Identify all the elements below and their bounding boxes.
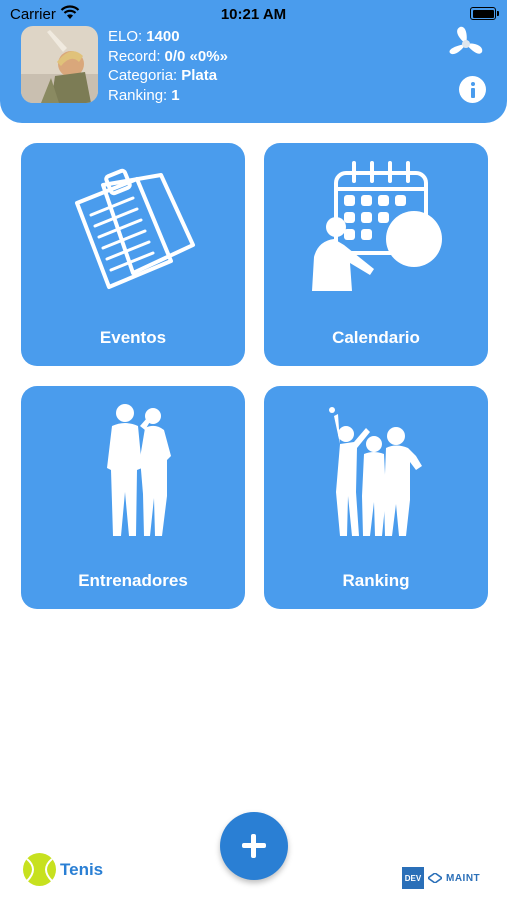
ranking-label: Ranking:: [108, 86, 168, 104]
sport-label: Tenis: [60, 859, 104, 879]
category-value: Plata: [181, 67, 218, 84]
record-value: 0/0 «0%»: [164, 47, 228, 65]
category-row: Categoria: Plata: [108, 66, 228, 86]
tile-calendario[interactable]: Calendario: [264, 143, 488, 366]
trainers-silhouette-icon: [107, 404, 171, 536]
propeller-button[interactable]: [444, 24, 488, 64]
profile-summary: ELO: 1400 Record: 0/0 «0%» Categoria: Pl…: [108, 27, 228, 105]
elo-row: ELO: 1400: [108, 27, 228, 47]
calendar-presenter-icon: [312, 161, 442, 291]
tile-label: Eventos: [99, 328, 167, 347]
profile-header: Carrier 10:21 AM ELO: 1400 Record: 0/0 «…: [0, 0, 507, 123]
category-label: Categoria:: [108, 67, 178, 84]
sport-selector[interactable]: Tenis: [22, 852, 103, 887]
tile-ranking[interactable]: Ranking: [264, 386, 488, 609]
status-bar: Carrier 10:21 AM: [0, 0, 507, 28]
tile-label: Ranking: [342, 571, 410, 590]
record-row: Record: 0/0 «0%»: [108, 47, 228, 67]
elo-label: ELO:: [108, 28, 143, 45]
avatar[interactable]: [21, 26, 98, 103]
info-button[interactable]: [459, 76, 486, 103]
ranking-value: 1: [171, 86, 180, 104]
clock: 10:21 AM: [220, 6, 287, 23]
cheering-group-icon: [329, 407, 422, 536]
tile-label: Calendario: [332, 328, 420, 347]
record-label: Record:: [108, 47, 161, 65]
tile-eventos[interactable]: Eventos: [21, 143, 245, 366]
elo-value: 1400: [146, 28, 180, 45]
devmaint-logo: DEV MAINT: [402, 867, 480, 889]
clipboard-notes-icon: [75, 168, 195, 289]
add-button[interactable]: [220, 812, 288, 880]
info-icon: [471, 82, 475, 86]
battery-icon: [470, 7, 499, 20]
tile-label: Entrenadores: [78, 571, 188, 590]
tennis-ball-icon: [23, 853, 56, 886]
ranking-row: Ranking: 1: [108, 86, 228, 106]
brand-name: MAINT: [446, 872, 481, 884]
diamond-icon: [428, 873, 442, 883]
brand-badge: DEV: [402, 867, 424, 889]
tile-entrenadores[interactable]: Entrenadores: [21, 386, 245, 609]
propeller-icon: [449, 26, 483, 55]
